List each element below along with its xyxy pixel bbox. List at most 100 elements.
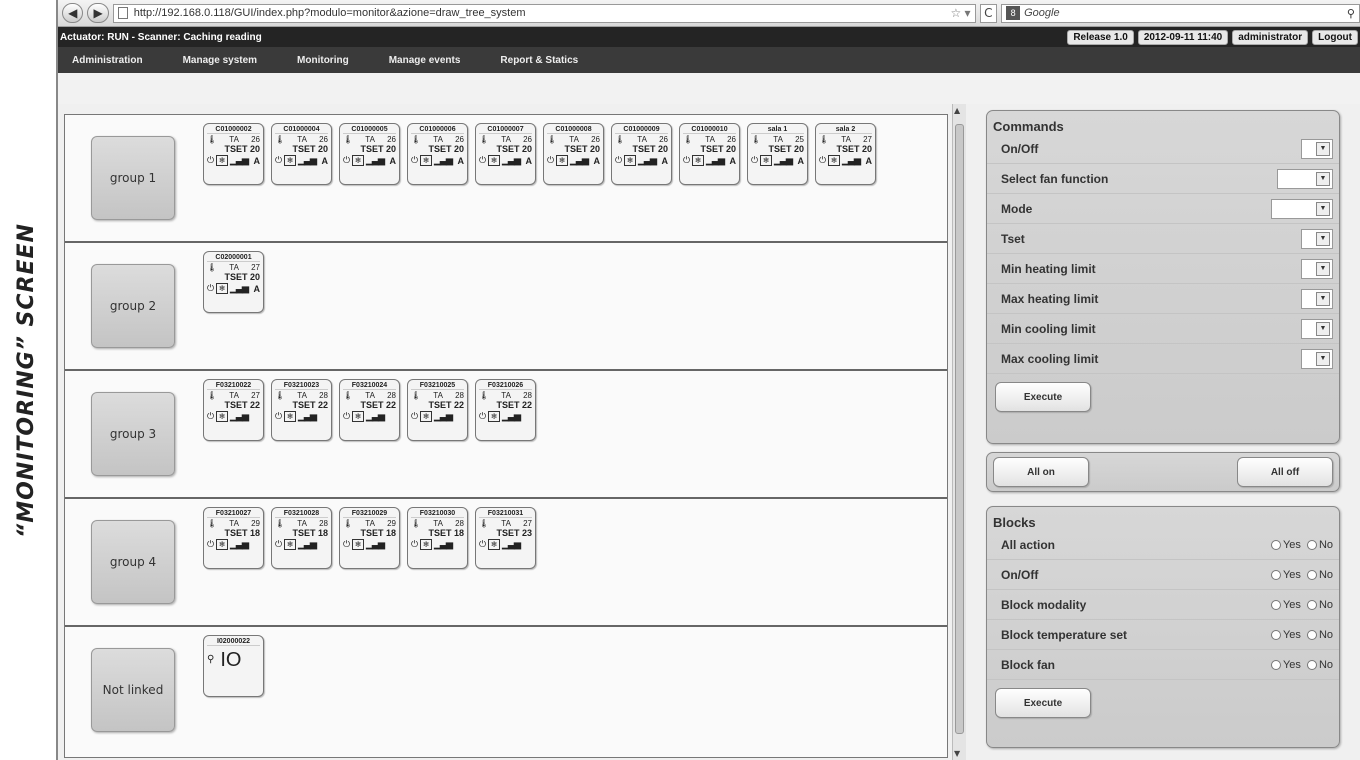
device-card[interactable]: C01000010 🌡 TA 26 TSET 20 ⏻ ❄ ▁▃▅ A <box>679 123 740 185</box>
device-card[interactable]: C01000005 🌡 TA 26 TSET 20 ⏻ ❄ ▁▃▅ A <box>339 123 400 185</box>
device-card[interactable]: C01000008 🌡 TA 26 TSET 20 ⏻ ❄ ▁▃▅ A <box>543 123 604 185</box>
device-card[interactable]: F03210028 🌡 TA 28 TSET 18 ⏻ ❄ ▁▃▅ <box>271 507 332 569</box>
scrollbar-thumb[interactable] <box>955 124 964 734</box>
thermometer-icon: 🌡 <box>411 391 422 400</box>
ambient-temp: 🌡 TA 26 <box>615 135 668 144</box>
command-select[interactable]: ▼ <box>1301 258 1333 279</box>
logout-button[interactable]: Logout <box>1312 29 1358 45</box>
device-card[interactable]: F03210027 🌡 TA 29 TSET 18 ⏻ ❄ ▁▃▅ <box>203 507 264 569</box>
menu-administration[interactable]: Administration <box>72 55 143 66</box>
command-select[interactable]: ▼ <box>1301 228 1333 249</box>
yes-radio[interactable]: Yes <box>1270 629 1301 641</box>
device-card[interactable]: F03210031 🌡 TA 27 TSET 23 ⏻ ❄ ▁▃▅ <box>475 507 536 569</box>
thermometer-icon: 🌡 <box>275 135 286 144</box>
fan-speed-icon: ▁▃▅ <box>366 411 385 421</box>
yes-radio[interactable]: Yes <box>1270 599 1301 611</box>
fan-speed-icon: ▁▃▅ <box>298 539 317 549</box>
chevron-down-icon[interactable]: ▼ <box>1316 141 1330 156</box>
command-select[interactable]: ▼ <box>1277 168 1333 189</box>
command-select[interactable]: ▼ <box>1301 138 1333 159</box>
side-caption: “MONITORING” SCREEN <box>0 0 52 760</box>
command-select[interactable]: ▼ <box>1301 318 1333 339</box>
device-card[interactable]: C01000009 🌡 TA 26 TSET 20 ⏻ ❄ ▁▃▅ A <box>611 123 672 185</box>
device-card[interactable]: C01000004 🌡 TA 26 TSET 20 ⏻ ❄ ▁▃▅ A <box>271 123 332 185</box>
io-device-card[interactable]: I02000022 ⚲ IO <box>203 635 264 697</box>
chevron-down-icon[interactable]: ▼ <box>1316 351 1330 366</box>
scrollbar[interactable]: ▲ ▼ <box>952 104 966 760</box>
device-card[interactable]: F03210024 🌡 TA 28 TSET 22 ⏻ ❄ ▁▃▅ <box>339 379 400 441</box>
menu-report-statics[interactable]: Report & Statics <box>500 55 578 66</box>
command-select[interactable]: ▼ <box>1271 198 1333 219</box>
device-icons: ⏻ ❄ ▁▃▅ <box>411 411 464 422</box>
search-engine-icon[interactable]: 8 <box>1006 6 1021 20</box>
user-badge[interactable]: administrator <box>1232 29 1309 45</box>
menu-manage-events[interactable]: Manage events <box>389 55 461 66</box>
device-card[interactable]: F03210030 🌡 TA 28 TSET 18 ⏻ ❄ ▁▃▅ <box>407 507 468 569</box>
chevron-down-icon[interactable]: ▼ <box>1316 261 1330 276</box>
command-row: On/Off ▼ <box>987 134 1339 164</box>
yes-radio[interactable]: Yes <box>1270 659 1301 671</box>
chevron-down-icon[interactable]: ▼ <box>1316 231 1330 246</box>
ta-value: 27 <box>523 519 532 528</box>
all-off-button[interactable]: All off <box>1237 457 1333 487</box>
yes-radio[interactable]: Yes <box>1270 569 1301 581</box>
page-icon <box>117 7 128 19</box>
reload-icon[interactable]: C <box>979 3 998 23</box>
device-card[interactable]: sala 1 🌡 TA 25 TSET 20 ⏻ ❄ ▁▃▅ A <box>747 123 808 185</box>
thermometer-icon: 🌡 <box>343 391 354 400</box>
group-button[interactable]: group 4 <box>91 520 175 604</box>
mode-label: A <box>253 155 261 166</box>
device-icons: ⏻ ❄ ▁▃▅ A <box>615 155 668 166</box>
device-card[interactable]: C01000007 🌡 TA 26 TSET 20 ⏻ ❄ ▁▃▅ A <box>475 123 536 185</box>
device-card[interactable]: C02000001 🌡 TA 27 TSET 20 ⏻ ❄ ▁▃▅ A <box>203 251 264 313</box>
command-select[interactable]: ▼ <box>1301 288 1333 309</box>
mode-label: A <box>661 155 669 166</box>
commands-execute-button[interactable]: Execute <box>995 382 1091 412</box>
chevron-down-icon[interactable]: ▼ <box>1316 201 1330 216</box>
group-button[interactable]: group 3 <box>91 392 175 476</box>
device-card[interactable]: F03210026 🌡 TA 28 TSET 22 ⏻ ❄ ▁▃▅ <box>475 379 536 441</box>
chevron-down-icon[interactable]: ▼ <box>1316 321 1330 336</box>
blocks-execute-button[interactable]: Execute <box>995 688 1091 718</box>
scroll-up-icon[interactable]: ▲ <box>954 106 960 115</box>
forward-icon[interactable]: ▶ <box>87 3 109 23</box>
all-on-button[interactable]: All on <box>993 457 1089 487</box>
command-select[interactable]: ▼ <box>1301 348 1333 369</box>
bookmark-star-icon[interactable]: ☆ ▾ <box>950 6 970 20</box>
device-card[interactable]: C01000006 🌡 TA 26 TSET 20 ⏻ ❄ ▁▃▅ A <box>407 123 468 185</box>
device-icons: ⏻ ❄ ▁▃▅ A <box>275 155 328 166</box>
tset-value: TSET 22 <box>224 400 260 410</box>
chevron-down-icon[interactable]: ▼ <box>1316 171 1330 186</box>
power-icon: ⏻ <box>343 411 351 421</box>
search-input[interactable]: 8 Google ⚲ <box>1001 3 1360 23</box>
device-icons: ⏻ ❄ ▁▃▅ <box>343 539 396 550</box>
no-label: No <box>1318 598 1333 611</box>
yes-radio[interactable]: Yes <box>1270 539 1301 551</box>
no-radio[interactable]: No <box>1306 598 1333 611</box>
device-card[interactable]: F03210023 🌡 TA 28 TSET 22 ⏻ ❄ ▁▃▅ <box>271 379 332 441</box>
group-button[interactable]: group 2 <box>91 264 175 348</box>
search-icon[interactable]: ⚲ <box>1347 7 1355 20</box>
address-bar[interactable]: http://192.168.0.118/GUI/index.php?modul… <box>112 3 976 23</box>
device-card[interactable]: C01000002 🌡 TA 26 TSET 20 ⏻ ❄ ▁▃▅ A <box>203 123 264 185</box>
group-button[interactable]: Not linked <box>91 648 175 732</box>
browser-window: ◀ ▶ http://192.168.0.118/GUI/index.php?m… <box>56 0 1360 760</box>
no-radio[interactable]: No <box>1306 659 1333 671</box>
no-radio[interactable]: No <box>1306 539 1333 551</box>
device-card[interactable]: F03210029 🌡 TA 29 TSET 18 ⏻ ❄ ▁▃▅ <box>339 507 400 569</box>
no-radio[interactable]: No <box>1306 569 1333 581</box>
no-radio[interactable]: No <box>1306 629 1333 641</box>
snowflake-icon: ❄ <box>352 155 365 166</box>
menu-monitoring[interactable]: Monitoring <box>297 55 349 66</box>
url-text: http://192.168.0.118/GUI/index.php?modul… <box>133 7 526 19</box>
device-card[interactable]: F03210025 🌡 TA 28 TSET 22 ⏻ ❄ ▁▃▅ <box>407 379 468 441</box>
device-card[interactable]: F03210022 🌡 TA 27 TSET 22 ⏻ ❄ ▁▃▅ <box>203 379 264 441</box>
menu-manage-system[interactable]: Manage system <box>183 55 257 66</box>
power-icon: ⏻ <box>275 155 283 165</box>
back-icon[interactable]: ◀ <box>62 3 84 23</box>
group-button[interactable]: group 1 <box>91 136 175 220</box>
ambient-temp: 🌡 TA 26 <box>275 135 328 144</box>
scroll-down-icon[interactable]: ▼ <box>954 749 960 758</box>
device-card[interactable]: sala 2 🌡 TA 27 TSET 20 ⏻ ❄ ▁▃▅ A <box>815 123 876 185</box>
chevron-down-icon[interactable]: ▼ <box>1316 291 1330 306</box>
